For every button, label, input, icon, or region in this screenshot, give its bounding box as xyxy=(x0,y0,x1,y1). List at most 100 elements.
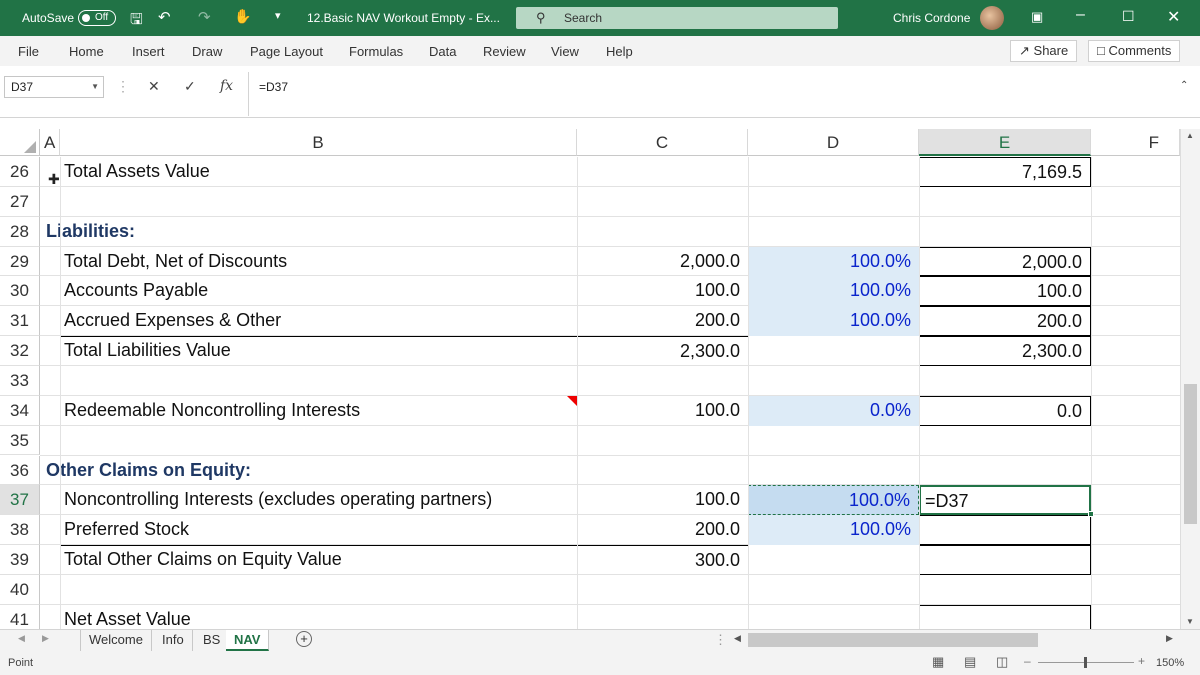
percent-cell-d[interactable]: 100.0% xyxy=(748,306,919,337)
page-break-view-icon[interactable]: ◫ xyxy=(996,654,1008,670)
tab-file[interactable]: File xyxy=(18,44,39,59)
row-header[interactable]: 28 xyxy=(0,216,40,247)
sheet-tab-nav[interactable]: NAV xyxy=(226,630,270,651)
value-cell-c[interactable]: 100.0 xyxy=(577,485,748,515)
chevron-down-icon[interactable]: ▼ xyxy=(91,77,99,97)
value-cell-e[interactable] xyxy=(919,426,1091,456)
maximize-icon[interactable]: ☐ xyxy=(1122,8,1135,25)
row-header[interactable]: 36 xyxy=(0,455,40,486)
percent-cell-d[interactable] xyxy=(748,575,919,605)
row-label[interactable]: Total Debt, Net of Discounts xyxy=(64,247,287,277)
row-header[interactable]: 41 xyxy=(0,604,40,629)
percent-cell-d[interactable] xyxy=(748,426,919,456)
row-header[interactable]: 26 xyxy=(0,157,40,187)
row-header[interactable]: 30 xyxy=(0,276,40,307)
value-cell-e[interactable] xyxy=(919,217,1091,247)
value-cell-c[interactable] xyxy=(577,426,748,456)
row-header[interactable]: 31 xyxy=(0,306,40,337)
active-cell-e[interactable]: =D37 xyxy=(919,485,1091,516)
sheet-tab-welcome[interactable]: Welcome xyxy=(80,630,152,651)
vertical-scrollbar[interactable]: ▲ ▼ xyxy=(1180,129,1200,629)
percent-cell-d[interactable] xyxy=(748,187,919,217)
column-header-d[interactable]: D xyxy=(748,129,919,156)
value-cell-e[interactable]: 2,300.0 xyxy=(919,336,1091,366)
scroll-up-icon[interactable]: ▲ xyxy=(1186,131,1194,140)
row-header[interactable]: 33 xyxy=(0,365,40,396)
row-label[interactable]: Total Liabilities Value xyxy=(64,336,231,366)
collapse-formula-bar-icon[interactable]: ⌃ xyxy=(1180,80,1188,91)
value-cell-e[interactable] xyxy=(919,545,1091,575)
row-label[interactable]: Total Assets Value xyxy=(64,157,210,187)
zoom-slider-thumb[interactable] xyxy=(1084,657,1087,668)
sheet-tab-info[interactable]: Info xyxy=(154,630,193,651)
next-sheet-icon[interactable]: ▶ xyxy=(42,633,49,644)
column-header-b[interactable]: B xyxy=(60,129,577,156)
percent-cell-d[interactable]: 100.0% xyxy=(748,515,919,546)
value-cell-e[interactable] xyxy=(919,366,1091,396)
share-button[interactable]: ↗ Share xyxy=(1010,40,1078,62)
formula-input[interactable]: =D37 xyxy=(248,72,1188,116)
fill-handle[interactable] xyxy=(1088,511,1094,518)
value-cell-c[interactable]: 100.0 xyxy=(577,276,748,306)
cancel-icon[interactable]: ✕ xyxy=(148,78,160,95)
value-cell-e[interactable] xyxy=(919,515,1091,546)
value-cell-e[interactable]: 0.0 xyxy=(919,395,1091,426)
tab-help[interactable]: Help xyxy=(606,44,633,59)
percent-cell-d[interactable] xyxy=(748,366,919,396)
ribbon-display-icon[interactable]: ▣ xyxy=(1031,9,1043,25)
comment-indicator[interactable] xyxy=(567,395,577,406)
value-cell-c[interactable]: 200.0 xyxy=(577,306,748,336)
tab-page-layout[interactable]: Page Layout xyxy=(250,44,323,59)
enter-check-icon[interactable]: ✓ xyxy=(184,78,196,95)
row-header[interactable]: 38 xyxy=(0,515,40,546)
value-cell-c[interactable] xyxy=(577,187,748,217)
percent-cell-d[interactable] xyxy=(748,605,919,629)
percent-cell-d[interactable]: 100.0% xyxy=(748,485,919,516)
row-header[interactable]: 37 xyxy=(0,485,40,516)
tab-view[interactable]: View xyxy=(551,44,579,59)
percent-cell-d[interactable] xyxy=(748,217,919,247)
scroll-down-icon[interactable]: ▼ xyxy=(1186,617,1194,626)
zoom-in-icon[interactable]: + xyxy=(1138,654,1145,668)
tab-data[interactable]: Data xyxy=(429,44,456,59)
value-cell-e[interactable] xyxy=(919,187,1091,217)
minimize-icon[interactable]: – xyxy=(1076,6,1085,24)
horizontal-scroll-thumb[interactable] xyxy=(748,633,1038,647)
search-box[interactable]: ⚲ Search xyxy=(516,7,838,29)
tab-split-handle[interactable]: ⋮ xyxy=(714,632,727,648)
value-cell-e[interactable]: 200.0 xyxy=(919,306,1091,337)
select-all-corner[interactable] xyxy=(0,129,40,156)
row-label[interactable]: Preferred Stock xyxy=(64,515,189,545)
value-cell-e[interactable] xyxy=(919,575,1091,605)
vertical-scroll-thumb[interactable] xyxy=(1184,384,1197,524)
value-cell-e[interactable]: 100.0 xyxy=(919,276,1091,307)
row-label[interactable]: Accounts Payable xyxy=(64,276,208,306)
undo-icon[interactable]: ↶ xyxy=(158,8,171,26)
percent-cell-d[interactable]: 0.0% xyxy=(748,395,919,426)
autosave-toggle[interactable]: Off xyxy=(78,10,116,26)
value-cell-c[interactable] xyxy=(577,605,748,629)
value-cell-c[interactable]: 100.0 xyxy=(577,396,748,426)
row-header[interactable]: 27 xyxy=(0,186,40,217)
value-cell-c[interactable]: 300.0 xyxy=(577,545,748,575)
sheet-tab-bs[interactable]: BS xyxy=(195,630,230,651)
tab-insert[interactable]: Insert xyxy=(132,44,165,59)
tab-review[interactable]: Review xyxy=(483,44,526,59)
value-cell-c[interactable] xyxy=(577,575,748,605)
insert-function-icon[interactable]: fx xyxy=(220,78,233,94)
zoom-out-icon[interactable]: – xyxy=(1024,654,1031,668)
add-sheet-icon[interactable]: + xyxy=(296,631,312,647)
column-header-f[interactable]: F xyxy=(1091,129,1180,156)
worksheet-grid[interactable]: A B C D E F 26 Total Assets Value 7,169.5 2… xyxy=(0,129,1180,629)
row-label[interactable]: Noncontrolling Interests (excludes opera… xyxy=(64,485,492,515)
row-label[interactable]: Net Asset Value xyxy=(64,605,191,629)
more-options-icon[interactable]: ⋮ xyxy=(116,78,130,95)
row-header[interactable]: 34 xyxy=(0,395,40,426)
value-cell-c[interactable]: 2,300.0 xyxy=(577,336,748,366)
row-label[interactable]: Accrued Expenses & Other xyxy=(64,306,281,336)
value-cell-c[interactable]: 200.0 xyxy=(577,515,748,545)
column-header-a[interactable]: A xyxy=(40,129,60,156)
save-icon[interactable]: 🖫 xyxy=(130,9,143,34)
value-cell-c[interactable] xyxy=(577,366,748,396)
value-cell-c[interactable] xyxy=(577,456,748,486)
